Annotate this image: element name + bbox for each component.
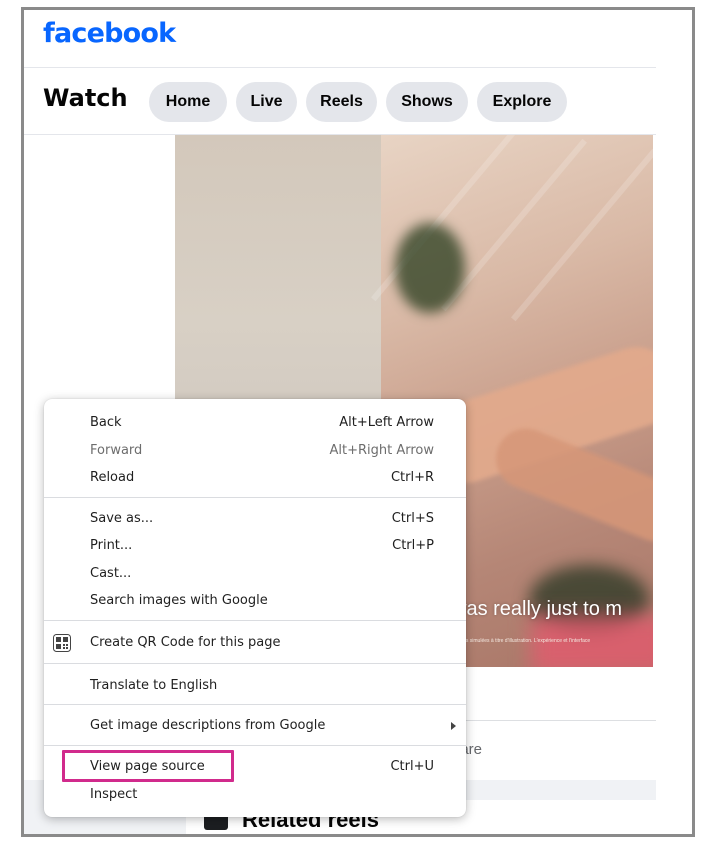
video-disclaimer: Images simulées à titre d'illustration. …: [452, 638, 591, 644]
background-stripe: [510, 148, 653, 322]
tab-home[interactable]: Home: [149, 82, 227, 122]
menu-item-label: Cast...: [90, 566, 132, 581]
menu-item-print[interactable]: Print... Ctrl+P: [44, 534, 466, 558]
view-page-source-highlight: [62, 750, 234, 782]
page-title: Watch: [43, 84, 128, 112]
menu-item-save-as[interactable]: Save as... Ctrl+S: [44, 507, 466, 531]
menu-item-label: Back: [90, 415, 122, 430]
menu-item-label: Save as...: [90, 511, 154, 526]
facebook-logo[interactable]: facebook: [43, 18, 176, 49]
menu-item-label: Forward: [90, 443, 143, 458]
menu-item-label: Inspect: [90, 787, 138, 802]
menu-separator: [44, 497, 466, 498]
menu-item-back[interactable]: Back Alt+Left Arrow: [44, 411, 466, 435]
menu-item-search-images[interactable]: Search images with Google: [44, 589, 466, 613]
tab-shows[interactable]: Shows: [386, 82, 468, 122]
tab-live[interactable]: Live: [236, 82, 297, 122]
tab-explore[interactable]: Explore: [477, 82, 567, 122]
menu-item-label: Search images with Google: [90, 593, 268, 608]
menu-item-label: Translate to English: [90, 678, 218, 693]
menu-item-cast[interactable]: Cast...: [44, 562, 466, 586]
menu-item-image-descriptions[interactable]: Get image descriptions from Google: [44, 714, 466, 738]
menu-item-shortcut: Ctrl+P: [392, 538, 434, 553]
menu-separator: [44, 620, 466, 621]
menu-item-shortcut: Ctrl+U: [390, 759, 434, 774]
menu-separator: [44, 745, 466, 746]
menu-item-shortcut: Ctrl+R: [390, 470, 434, 485]
menu-item-label: Create QR Code for this page: [90, 635, 281, 650]
menu-item-inspect[interactable]: Inspect: [44, 783, 466, 807]
tab-reels[interactable]: Reels: [306, 82, 377, 122]
menu-separator: [44, 663, 466, 664]
header-divider: [24, 67, 656, 68]
menu-item-shortcut: Ctrl+S: [391, 511, 434, 526]
menu-item-label: Print...: [90, 538, 133, 553]
chevron-right-icon: [451, 722, 456, 730]
background-stripe: [440, 138, 588, 312]
menu-item-label: Reload: [90, 470, 135, 485]
menu-item-translate[interactable]: Translate to English: [44, 674, 466, 698]
menu-separator: [44, 704, 466, 705]
menu-item-reload[interactable]: Reload Ctrl+R: [44, 466, 466, 490]
menu-item-forward[interactable]: Forward Alt+Right Arrow: [44, 439, 466, 463]
video-caption: was really just to m: [452, 598, 623, 620]
menu-item-label: Get image descriptions from Google: [90, 718, 326, 733]
plant-blur: [395, 223, 465, 313]
menu-item-shortcut: Alt+Right Arrow: [329, 443, 434, 458]
qr-code-icon: [53, 634, 71, 652]
menu-item-shortcut: Alt+Left Arrow: [339, 415, 434, 430]
menu-item-create-qr-code[interactable]: Create QR Code for this page: [44, 631, 466, 655]
